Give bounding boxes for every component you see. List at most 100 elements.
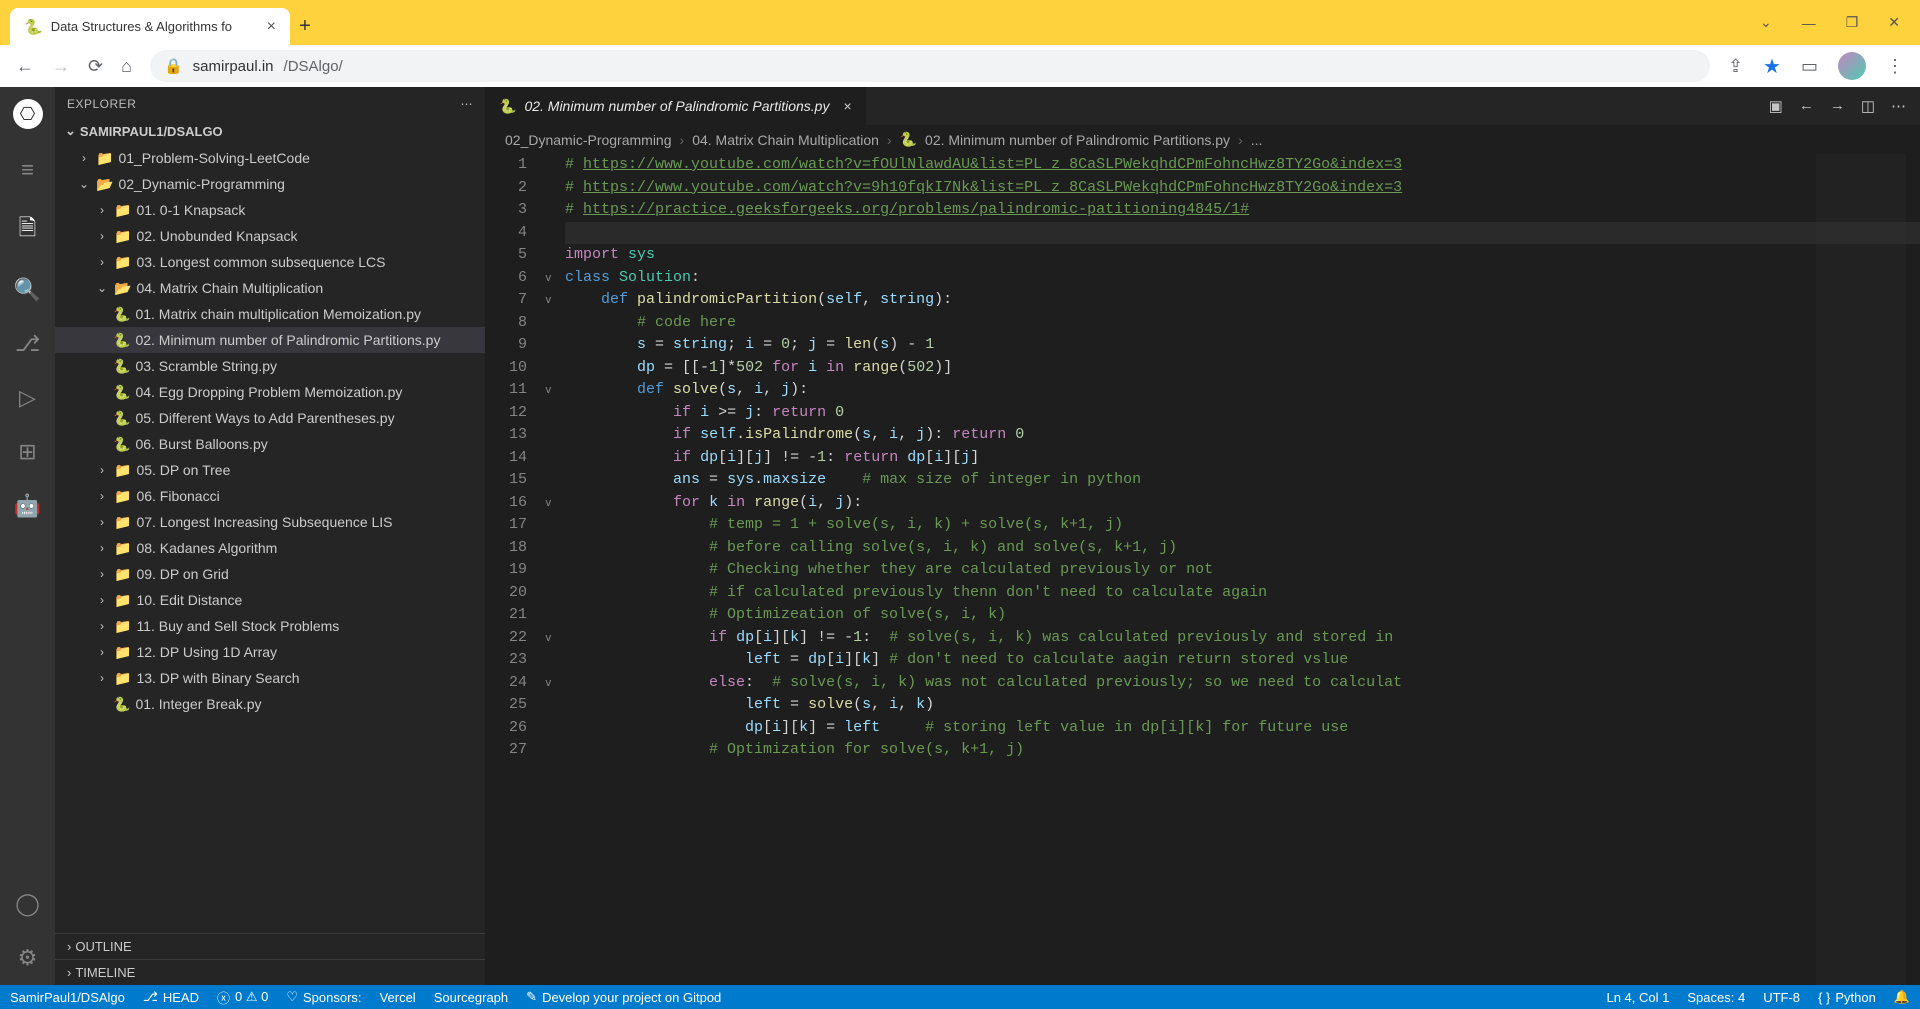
menu-icon[interactable]: ⋮ xyxy=(1886,56,1904,77)
folder-item[interactable]: ›📁09. DP on Grid xyxy=(55,561,485,587)
reader-icon[interactable]: ▭ xyxy=(1801,56,1818,77)
folder-item[interactable]: ›📁03. Longest common subsequence LCS xyxy=(55,249,485,275)
file-item[interactable]: 🐍01. Matrix chain multiplication Memoiza… xyxy=(55,301,485,327)
code-content[interactable]: # https://www.youtube.com/watch?v=fOUlNl… xyxy=(565,154,1920,985)
file-item[interactable]: 🐍04. Egg Dropping Problem Memoization.py xyxy=(55,379,485,405)
tree-item-label: 06. Fibonacci xyxy=(136,488,219,504)
home-icon[interactable]: ⌂ xyxy=(121,56,132,77)
run-icon[interactable]: ▷ xyxy=(19,385,36,411)
file-item[interactable]: 🐍05. Different Ways to Add Parentheses.p… xyxy=(55,405,485,431)
robot-icon[interactable]: 🤖 xyxy=(14,493,41,519)
status-problems[interactable]: ⓧ 0 ⚠ 0 xyxy=(217,988,268,1007)
back-icon[interactable]: ← xyxy=(16,56,34,77)
folder-icon: 📂 xyxy=(96,176,113,193)
menu-icon[interactable]: ≡ xyxy=(21,157,34,183)
maximize-icon[interactable]: ❐ xyxy=(1846,14,1859,31)
chevron-down-icon[interactable]: ⌄ xyxy=(1760,14,1772,31)
breadcrumbs[interactable]: 02_Dynamic-Programming› 04. Matrix Chain… xyxy=(485,125,1920,154)
file-item[interactable]: 🐍03. Scramble String.py xyxy=(55,353,485,379)
folder-item[interactable]: ›📁08. Kadanes Algorithm xyxy=(55,535,485,561)
status-gitpod[interactable]: ✎ Develop your project on Gitpod xyxy=(526,989,721,1005)
tree-item-label: 02_Dynamic-Programming xyxy=(118,176,285,192)
minimize-icon[interactable]: ― xyxy=(1802,15,1816,31)
account-icon[interactable]: ◯ xyxy=(15,891,40,917)
profile-avatar[interactable] xyxy=(1838,52,1866,80)
file-item[interactable]: 🐍01. Integer Break.py xyxy=(55,691,485,717)
split-icon[interactable]: ◫ xyxy=(1861,97,1875,115)
share-icon[interactable]: ⇪ xyxy=(1728,56,1743,77)
folder-item[interactable]: ›📁12. DP Using 1D Array xyxy=(55,639,485,665)
chevron-right-icon: › xyxy=(95,489,109,503)
status-language[interactable]: { } Python xyxy=(1818,990,1876,1005)
tree-item-label: 12. DP Using 1D Array xyxy=(136,644,277,660)
status-position[interactable]: Ln 4, Col 1 xyxy=(1606,990,1669,1005)
new-tab-button[interactable]: + xyxy=(290,8,320,45)
folder-item[interactable]: ›📁02. Unobunded Knapsack xyxy=(55,223,485,249)
tree-item-label: 02. Minimum number of Palindromic Partit… xyxy=(135,332,440,348)
status-encoding[interactable]: UTF-8 xyxy=(1763,990,1800,1005)
github-icon[interactable]: ⎔ xyxy=(13,99,43,129)
chevron-right-icon: › xyxy=(95,645,109,659)
more-icon[interactable]: ⋯ xyxy=(461,97,474,111)
folder-item[interactable]: ⌄📂02_Dynamic-Programming xyxy=(55,171,485,197)
python-icon: 🐍 xyxy=(24,18,43,36)
close-icon[interactable]: × xyxy=(843,98,851,114)
files-icon[interactable]: 🗎 xyxy=(19,211,37,249)
folder-item[interactable]: ›📁10. Edit Distance xyxy=(55,587,485,613)
tab-title: Data Structures & Algorithms fo xyxy=(51,19,232,34)
address-bar[interactable]: 🔒 samirpaul.in/DSAlgo/ xyxy=(150,50,1710,82)
notifications-icon[interactable]: 🔔 xyxy=(1894,989,1910,1005)
activity-bar: ⎔ ≡ 🗎 🔍 ⎇ ▷ ⊞ 🤖 ◯ ⚙ xyxy=(0,87,55,985)
forward-icon[interactable]: → xyxy=(52,56,70,77)
file-item[interactable]: 🐍02. Minimum number of Palindromic Parti… xyxy=(55,327,485,353)
fold-gutter[interactable]: vvvvvv xyxy=(545,154,565,985)
url-path: /DSAlgo/ xyxy=(284,58,343,75)
status-spaces[interactable]: Spaces: 4 xyxy=(1687,990,1745,1005)
folder-item[interactable]: ›📁01. 0-1 Knapsack xyxy=(55,197,485,223)
timeline-section[interactable]: ›TIMELINE xyxy=(55,959,485,985)
search-icon[interactable]: 🔍 xyxy=(14,277,41,303)
folder-icon: 📁 xyxy=(114,566,131,583)
folder-item[interactable]: ›📁05. DP on Tree xyxy=(55,457,485,483)
folder-item[interactable]: ›📁13. DP with Binary Search xyxy=(55,665,485,691)
folder-item[interactable]: ›📁06. Fibonacci xyxy=(55,483,485,509)
bookmark-icon[interactable]: ★ xyxy=(1763,54,1781,79)
close-window-icon[interactable]: ✕ xyxy=(1888,14,1900,31)
reload-icon[interactable]: ⟳ xyxy=(88,56,103,77)
status-sourcegraph[interactable]: Sourcegraph xyxy=(434,990,508,1005)
folder-item[interactable]: ›📁11. Buy and Sell Stock Problems xyxy=(55,613,485,639)
minimap[interactable] xyxy=(1816,154,1906,985)
chevron-right-icon: › xyxy=(77,151,91,165)
line-gutter: 1234567891011121314151617181920212223242… xyxy=(485,154,545,985)
back-icon[interactable]: ← xyxy=(1799,97,1814,115)
source-control-icon[interactable]: ⎇ xyxy=(15,331,40,357)
more-icon[interactable]: ⋯ xyxy=(1891,97,1906,115)
tree-item-label: 01. 0-1 Knapsack xyxy=(136,202,245,218)
folder-item[interactable]: ›📁01_Problem-Solving-LeetCode xyxy=(55,145,485,171)
status-bar: SamirPaul1/DSAlgo ⎇ HEAD ⓧ 0 ⚠ 0 ♡ Spons… xyxy=(0,985,1920,1009)
tree-item-label: 09. DP on Grid xyxy=(136,566,228,582)
status-repo[interactable]: SamirPaul1/DSAlgo xyxy=(10,990,125,1005)
code-editor[interactable]: 1234567891011121314151617181920212223242… xyxy=(485,154,1920,985)
editor-tab[interactable]: 🐍 02. Minimum number of Palindromic Part… xyxy=(485,87,866,125)
explorer-sidebar: EXPLORER ⋯ ⌄ SAMIRPAUL1/DSALGO ›📁01_Prob… xyxy=(55,87,485,985)
repo-header[interactable]: ⌄ SAMIRPAUL1/DSALGO xyxy=(55,117,485,145)
settings-icon[interactable]: ⚙ xyxy=(18,945,38,971)
layout-icon[interactable]: ▣ xyxy=(1769,97,1783,115)
extensions-icon[interactable]: ⊞ xyxy=(18,439,36,465)
file-item[interactable]: 🐍06. Burst Balloons.py xyxy=(55,431,485,457)
folder-icon: 📁 xyxy=(114,228,131,245)
status-sponsors[interactable]: ♡ Sponsors: xyxy=(286,989,361,1005)
folder-item[interactable]: ⌄📂04. Matrix Chain Multiplication xyxy=(55,275,485,301)
chevron-right-icon: › xyxy=(95,203,109,217)
close-icon[interactable]: × xyxy=(267,18,276,36)
window-controls: ⌄ ― ❐ ✕ xyxy=(1740,0,1920,45)
status-vercel[interactable]: Vercel xyxy=(380,990,416,1005)
status-branch[interactable]: ⎇ HEAD xyxy=(143,989,199,1005)
forward-icon[interactable]: → xyxy=(1830,97,1845,115)
chevron-right-icon: › xyxy=(95,619,109,633)
folder-item[interactable]: ›📁07. Longest Increasing Subsequence LIS xyxy=(55,509,485,535)
python-icon: 🐍 xyxy=(900,131,917,148)
browser-tab[interactable]: 🐍 Data Structures & Algorithms fo × xyxy=(10,8,290,45)
outline-section[interactable]: ›OUTLINE xyxy=(55,933,485,959)
